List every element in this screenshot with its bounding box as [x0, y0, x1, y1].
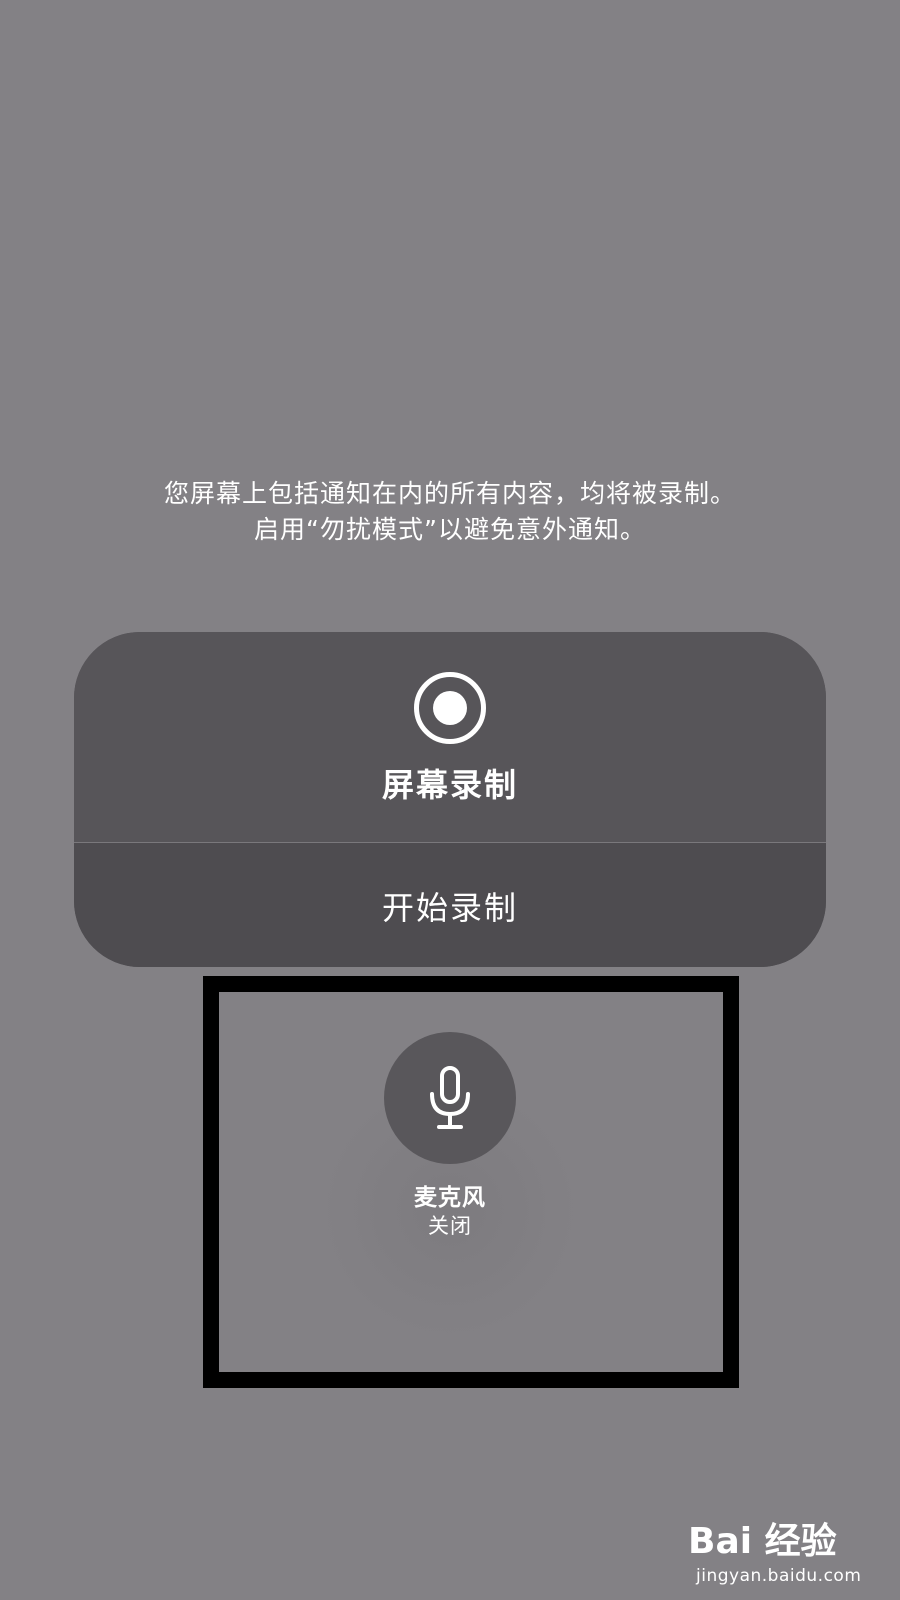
microphone-icon: [430, 1066, 470, 1129]
recording-notice: 您屏幕上包括通知在内的所有内容，均将被录制。 启用“勿扰模式”以避免意外通知。: [0, 476, 900, 548]
start-recording-button[interactable]: 开始录制: [74, 843, 826, 967]
card-header: 屏幕录制: [74, 632, 826, 842]
record-icon: [414, 672, 486, 744]
notice-line-1: 您屏幕上包括通知在内的所有内容，均将被录制。: [163, 479, 736, 508]
microphone-label: 麦克风: [414, 1185, 486, 1211]
start-recording-label: 开始录制: [381, 889, 518, 927]
record-dot: [433, 691, 467, 725]
microphone-toggle[interactable]: [384, 1032, 516, 1164]
card-title: 屏幕录制: [381, 766, 518, 804]
notice-line-2: 启用“勿扰模式”以避免意外通知。: [254, 515, 646, 544]
screen-recording-card: 屏幕录制 开始录制: [74, 632, 826, 967]
watermark-brand: Bai 经验: [688, 1521, 837, 1562]
watermark-url: jingyan.baidu.com: [696, 1566, 862, 1586]
microphone-status: 关闭: [428, 1214, 472, 1238]
baidu-jingyan-watermark: Bai 经验 jingyan.baidu.com: [688, 1504, 894, 1594]
